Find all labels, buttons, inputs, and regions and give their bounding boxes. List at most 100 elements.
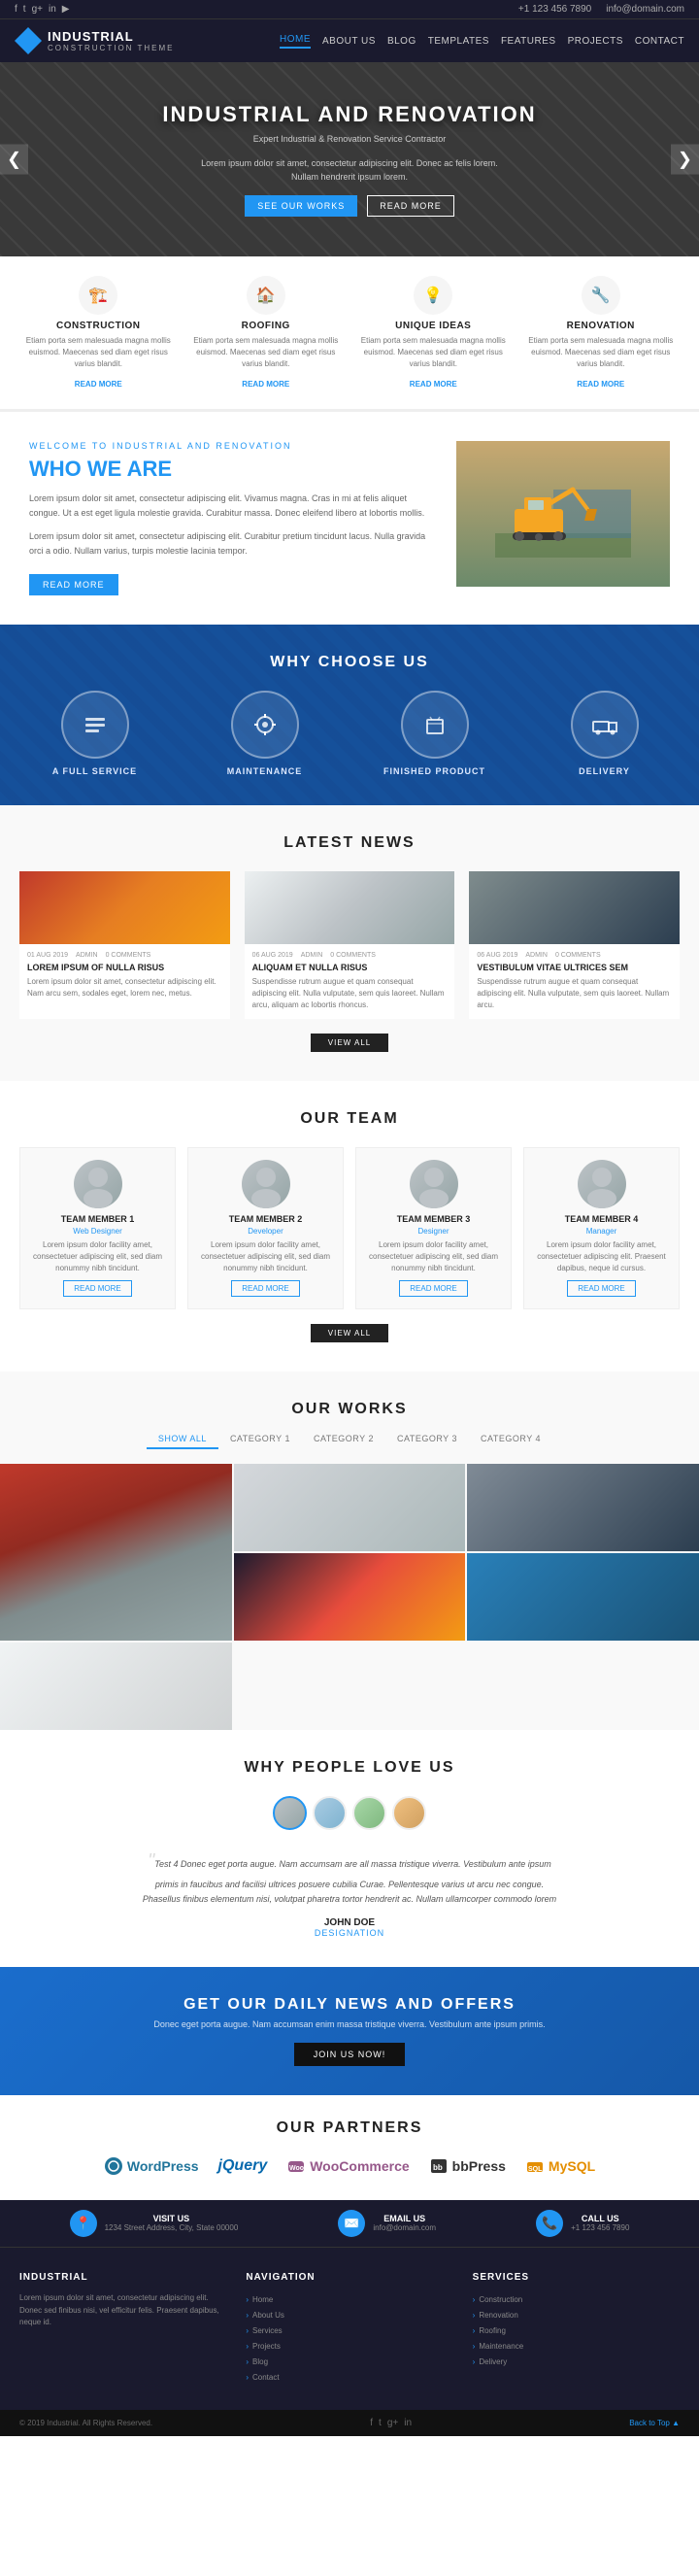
footer-nav-projects[interactable]: Projects [246,2339,452,2355]
nav-templates[interactable]: TEMPLATES [428,36,489,47]
nav-contact[interactable]: CONTACT [635,36,684,47]
works-tab-3[interactable]: CATEGORY 3 [385,1430,469,1449]
team-read-1-button[interactable]: READ MORE [63,1280,131,1297]
footer-nav-blog[interactable]: Blog [246,2355,452,2370]
ideas-link[interactable]: READ MORE [410,380,457,389]
newsletter-title: GET OUR DAILY NEWS AND OFFERS [29,1996,670,2014]
news-desc-2: Suspendisse rutrum augue et quam consequ… [252,976,448,1011]
who-para2: Lorem ipsum dolor sit amet, consectetur … [29,529,437,559]
hero-next-arrow[interactable]: ❯ [671,145,699,175]
testi-avatar-1[interactable] [273,1796,307,1830]
renovation-link[interactable]: READ MORE [577,380,624,389]
nav-projects[interactable]: PROJECTS [568,36,623,47]
footer-service-construction[interactable]: Construction [473,2292,680,2308]
back-to-top-button[interactable]: Back to Top ▲ [629,2419,680,2427]
youtube-icon[interactable]: ▶ [62,4,70,15]
footer-service-roofing[interactable]: Roofing [473,2323,680,2339]
team-read-2-button[interactable]: READ MORE [231,1280,299,1297]
nav-blog[interactable]: BLOG [387,36,416,47]
work-item-6[interactable] [0,1643,232,1730]
footer-industrial-title: INDUSTRIAL [19,2272,226,2283]
construction-link[interactable]: READ MORE [75,380,122,389]
work-img-ceiling [0,1643,232,1730]
roofing-link[interactable]: READ MORE [242,380,289,389]
footer-linkedin-icon[interactable]: in [404,2418,412,2428]
footer-email-value: info@domain.com [373,2223,436,2232]
work-item-5[interactable] [467,1553,699,1641]
testi-avatar-2[interactable] [313,1796,347,1830]
footer-google-icon[interactable]: g+ [387,2418,398,2428]
renovation-icon: 🔧 [582,276,620,315]
nav-home[interactable]: HOME [280,34,311,49]
testi-avatar-3[interactable] [352,1796,386,1830]
email-text: info@domain.com [606,4,684,15]
footer-nav-services[interactable]: Services [246,2323,452,2339]
work-item-3[interactable] [467,1464,699,1551]
roofing-icon: 🏠 [247,276,285,315]
who-label: WELCOME TO INDUSTRIAL AND RENOVATION [29,441,437,451]
roofing-title: ROOFING [190,321,343,331]
news-date-3: 06 AUG 2019 [477,952,517,959]
work-item-2[interactable] [234,1464,466,1551]
maintenance-svg [250,710,280,739]
visit-icon: 📍 [70,2210,97,2237]
works-grid [0,1464,699,1730]
news-img-2 [245,871,455,944]
footer-nav-about[interactable]: About Us [246,2308,452,2323]
testi-avatar-4[interactable] [392,1796,426,1830]
news-card-body-1: 01 AUG 2019 ADMIN 0 COMMENTS LOREM IPSUM… [19,944,230,1007]
why-maintenance: MAINTENANCE [184,691,345,776]
team-read-3-button[interactable]: READ MORE [399,1280,467,1297]
google-icon[interactable]: g+ [32,4,43,15]
who-title-part2: ARE [127,457,172,481]
work-item-4[interactable] [234,1553,466,1641]
footer-nav-list: Home About Us Services Projects Blog Con… [246,2292,452,2386]
services-row: 🏗️ CONSTRUCTION Etiam porta sem malesuad… [0,256,699,412]
footer-visit-text: VISIT US 1234 Street Address, City, Stat… [105,2214,239,2232]
footer-services-title: SERVICES [473,2272,680,2283]
linkedin-icon[interactable]: in [49,4,56,15]
team-desc-4: Lorem ipsum dolor facility amet, consect… [532,1239,671,1274]
read-more-hero-button[interactable]: READ MORE [367,195,454,217]
nav-logo: INDUSTRIAL CONSTRUCTION THEME [15,27,175,54]
news-card-2: 06 AUG 2019 ADMIN 0 COMMENTS ALIQUAM ET … [245,871,455,1019]
news-view-all-button[interactable]: VIEW ALL [311,1034,388,1052]
see-works-button[interactable]: SEE OUR WORKS [245,195,357,217]
social-icons: f t g+ in ▶ [15,4,69,15]
footer-nav-title: NAVIGATION [246,2272,452,2283]
who-para1: Lorem ipsum dolor sit amet, consectetur … [29,491,437,522]
works-tab-4[interactable]: CATEGORY 4 [469,1430,552,1449]
work-item-1[interactable] [0,1464,232,1641]
ideas-desc: Etiam porta sem malesuada magna mollis e… [357,335,510,370]
bbpress-icon: bb [429,2156,449,2176]
footer-service-maintenance[interactable]: Maintenance [473,2339,680,2355]
footer-service-delivery[interactable]: Delivery [473,2355,680,2370]
team-view-all-button[interactable]: VIEW ALL [311,1324,388,1342]
work-img-roof [467,1464,699,1551]
wordpress-label: WordPress [127,2158,199,2174]
works-tab-2[interactable]: CATEGORY 2 [302,1430,385,1449]
works-tab-all[interactable]: SHOW ALL [147,1430,218,1449]
woocommerce-label: WooCommerce [310,2158,409,2174]
nav-about[interactable]: ABOUT US [322,36,376,47]
team-card-1: TEAM MEMBER 1 Web Designer Lorem ipsum d… [19,1147,176,1309]
construction-title: CONSTRUCTION [22,321,175,331]
team-name-2: TEAM MEMBER 2 [196,1214,335,1224]
footer-twitter-icon[interactable]: t [379,2418,382,2428]
footer-facebook-icon[interactable]: f [370,2418,373,2428]
news-card-3: 06 AUG 2019 ADMIN 0 COMMENTS VESTIBULUM … [469,871,680,1019]
hero-prev-arrow[interactable]: ❮ [0,145,28,175]
excavator-illustration [495,470,631,558]
nav-features[interactable]: FEATURES [501,36,556,47]
footer-nav-home[interactable]: Home [246,2292,452,2308]
footer-service-renovation[interactable]: Renovation [473,2308,680,2323]
works-tab-1[interactable]: CATEGORY 1 [218,1430,302,1449]
who-read-more-button[interactable]: READ MORE [29,574,118,595]
news-meta-1: 01 AUG 2019 ADMIN 0 COMMENTS [27,952,222,959]
facebook-icon[interactable]: f [15,4,17,15]
newsletter-button[interactable]: JOIN US NOW! [294,2043,406,2066]
twitter-icon[interactable]: t [23,4,26,15]
team-read-4-button[interactable]: READ MORE [567,1280,635,1297]
construction-icon: 🏗️ [79,276,117,315]
footer-nav-contact[interactable]: Contact [246,2370,452,2386]
